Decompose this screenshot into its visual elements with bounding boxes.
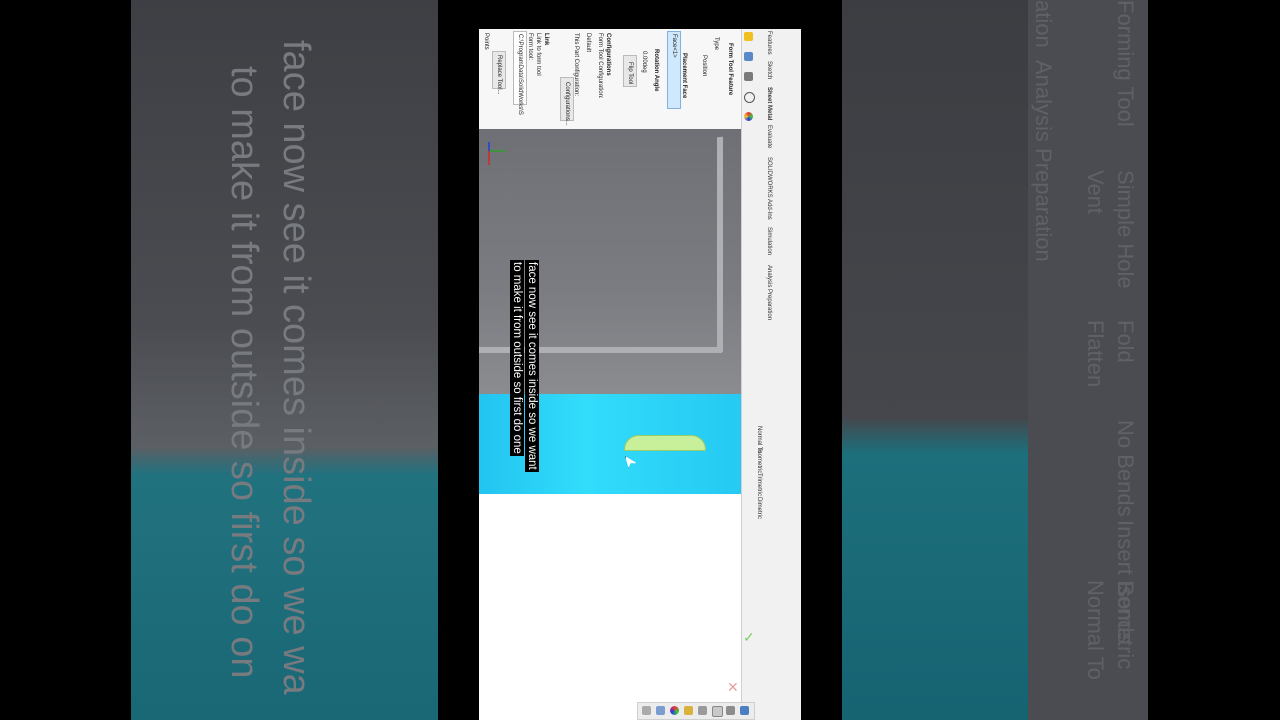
property-manager-icon[interactable] — [744, 72, 753, 81]
scene-icon[interactable] — [684, 706, 693, 715]
form-tool-config-value[interactable]: Default — [585, 33, 591, 52]
hide-show-icon[interactable] — [712, 706, 723, 717]
feature-manager-icon[interactable] — [744, 52, 753, 61]
caption-line-2: to make it from outside so first do one — [510, 260, 524, 456]
background-item-9: Normal To — [1083, 580, 1108, 680]
flip-tool-button[interactable]: Flip Tool — [623, 55, 637, 87]
tab-sheet-metal[interactable]: Sheet Metal — [766, 87, 772, 120]
display-style-icon[interactable] — [698, 706, 707, 715]
rotation-angle-value[interactable]: 0.00deg — [641, 51, 647, 73]
background-item-2: Simple Hole — [1113, 170, 1138, 289]
wall-edge-vertical — [717, 136, 723, 353]
ok-check-icon[interactable]: ✓ — [743, 630, 755, 644]
form-tool-config-label: Form Tool Configuration: — [597, 33, 603, 99]
pm-title: Form Tool Feature — [727, 43, 733, 96]
configurations-label: Configurations — [605, 33, 611, 76]
section-view-icon[interactable] — [656, 706, 665, 715]
pm-tab-type[interactable]: Type — [713, 37, 719, 50]
tab-features[interactable]: Features — [766, 31, 772, 55]
pm-tab-position[interactable]: Position — [701, 55, 707, 76]
background-caption-line2: to make it from outside so first do on — [223, 66, 265, 679]
tab-solidworks-addins[interactable]: SOLIDWORKS Add-Ins — [766, 157, 772, 220]
form-tool-preview[interactable] — [624, 435, 706, 451]
video-caption: face now see it comes inside so we want … — [507, 258, 540, 490]
appearance-icon[interactable] — [744, 112, 753, 121]
caption-line-1: face now see it comes inside so we want — [525, 260, 539, 472]
heads-up-view-toolbar — [637, 702, 755, 720]
background-item-0: Forming Tool — [1113, 0, 1138, 127]
replace-tool-button[interactable]: Replace Tool... — [492, 51, 506, 95]
background-panel: ation Analysis Preparation Forming Tool … — [1028, 0, 1148, 720]
appearance-view-icon[interactable] — [670, 706, 679, 715]
configurations-button-label: Configurations... — [564, 82, 570, 126]
form-tool-path-field[interactable]: C:\ProgramData\SolidWorks\S — [513, 31, 527, 115]
placement-face-field[interactable]: Face<1> — [667, 31, 681, 109]
solidworks-logo-icon — [744, 32, 753, 41]
background-tab-top: ation — [1031, 0, 1056, 48]
tab-sketch[interactable]: Sketch — [766, 61, 772, 79]
background-item-4: Flatten — [1083, 320, 1108, 388]
tab-analysis-preparation[interactable]: Analysis Preparation — [766, 265, 772, 320]
view-trimetric[interactable]: Trimetric — [756, 473, 762, 496]
form-tool-path-value: C:\ProgramData\SolidWorks\S — [517, 34, 523, 115]
cancel-x-icon[interactable]: ✕ — [727, 680, 739, 694]
rotation-angle-label: Rotation Angle — [653, 49, 659, 92]
placement-face-value: Face<1> — [671, 34, 677, 58]
background-blur-left: face now see it comes inside so we wa to… — [131, 0, 438, 720]
triad-axis-icon — [488, 142, 505, 165]
background-blur-right: ation Analysis Preparation Forming Tool … — [842, 0, 1148, 720]
flip-tool-label: Flip Tool — [627, 62, 633, 85]
tab-simulation[interactable]: Simulation — [766, 227, 772, 255]
replace-tool-label: Replace Tool... — [496, 55, 502, 95]
background-item-6: No Bends — [1113, 420, 1138, 517]
background-item-5: Fold — [1113, 320, 1138, 363]
configurations-button[interactable]: Configurations... — [560, 77, 574, 126]
zoom-icon[interactable] — [642, 706, 651, 715]
pm-placement-face-label: Placement Face — [681, 53, 687, 99]
link-checkbox[interactable]: Link to form tool — [535, 33, 541, 76]
view-orientation-icon[interactable] — [740, 706, 749, 715]
dimxpert-icon[interactable] — [744, 92, 755, 103]
view-settings-icon[interactable] — [726, 706, 735, 715]
form-tool-label: Form tool: — [527, 33, 533, 61]
tab-evaluate[interactable]: Evaluate — [766, 125, 772, 148]
points-label: Points — [483, 33, 489, 50]
form-tool-property-manager: Form Tool Feature Type Position Placemen… — [479, 29, 741, 130]
background-item-3: Vent — [1083, 170, 1108, 215]
view-isometric[interactable]: Isometric — [756, 449, 762, 473]
background-item-10: Isometric — [1113, 580, 1138, 670]
background-tab-label: Analysis Preparation — [1031, 60, 1056, 262]
view-dimetric[interactable]: Dimetric — [756, 497, 762, 519]
background-caption-line1: face now see it comes inside so we wa — [275, 40, 317, 695]
link-label: Link — [543, 33, 549, 46]
command-manager-strip: Features Sketch Sheet Metal Evaluate SOL… — [741, 29, 801, 720]
